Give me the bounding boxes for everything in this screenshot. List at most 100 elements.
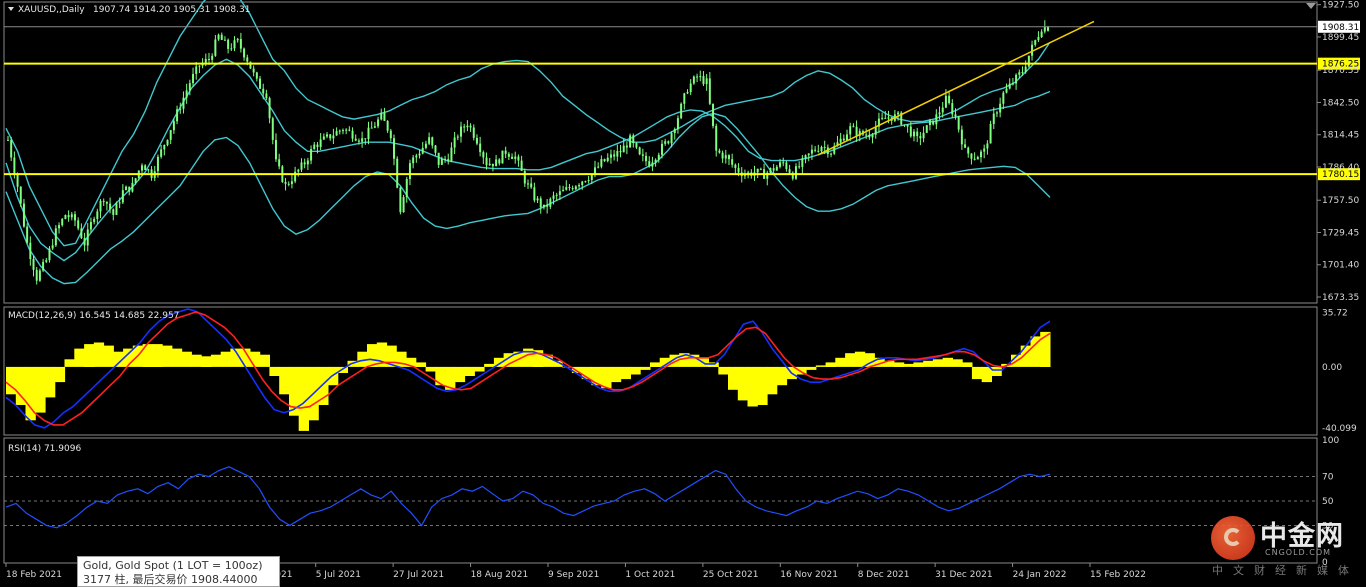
price-candle-body (172, 121, 175, 131)
price-candle-body (399, 187, 402, 213)
price-candle-body (737, 167, 740, 173)
macd-histogram-bar (45, 366, 56, 398)
price-candle-body (846, 134, 849, 141)
price-candle-body (533, 187, 536, 201)
price-tick-label: 1729.45 (1322, 228, 1359, 238)
price-candle-body (236, 39, 239, 41)
price-candle-body (629, 135, 632, 148)
price-candle-body (635, 142, 638, 148)
price-candle-body (555, 194, 558, 196)
price-candle-body (498, 159, 501, 164)
macd-histogram-bar (103, 345, 114, 367)
price-candle-body (957, 116, 960, 130)
macd-histogram-bar (806, 366, 817, 370)
macd-histogram-bar (152, 344, 163, 367)
price-candle-body (625, 145, 628, 148)
price-candle-body (294, 171, 297, 182)
price-candle-body (938, 112, 941, 115)
price-candle-body (804, 155, 807, 159)
price-candle-body (217, 34, 220, 40)
macd-histogram-bar (903, 363, 914, 367)
rsi-panel[interactable]: 1007050300 RSI(14) 71.9096 (3, 436, 1339, 568)
price-candle-body (903, 124, 906, 126)
price-candle-body (676, 118, 679, 130)
price-candle-body (140, 165, 143, 171)
price-candle-body (380, 112, 383, 120)
price-candle-body (246, 57, 249, 62)
price-candle-body (689, 83, 692, 93)
price-candle-body (121, 190, 124, 203)
price-panel[interactable]: 1876.251780.151908.31 1927.501899.451870… (3, 0, 1360, 304)
price-candle-body (402, 197, 405, 213)
macd-histogram-bar (279, 366, 290, 395)
price-candle-body (211, 55, 214, 60)
price-candle-body (306, 160, 309, 165)
price-candle-body (1005, 88, 1008, 93)
price-candle-body (568, 187, 571, 189)
price-candle-body (578, 185, 581, 187)
price-candle-body (32, 258, 35, 270)
price-candle-body (935, 114, 938, 125)
price-candle-body (460, 126, 463, 137)
macd-histogram-bar (474, 366, 485, 372)
price-candle-body (220, 34, 223, 40)
macd-histogram-bar (220, 351, 231, 367)
macd-histogram-bar (942, 357, 953, 367)
price-candle-body (134, 178, 137, 183)
time-tick-label: 31 Dec 2021 (935, 570, 993, 580)
price-candle-body (16, 174, 19, 187)
price-candle-body (881, 117, 884, 119)
price-candle-body (648, 161, 651, 167)
price-tick-label: 1757.50 (1322, 196, 1359, 206)
price-candle-body (185, 90, 188, 98)
price-candle-body (412, 157, 415, 164)
macd-histogram-bar (35, 366, 46, 413)
price-candle-body (932, 120, 935, 125)
price-candle-body (77, 220, 80, 229)
price-candle-body (960, 129, 963, 145)
price-candle-body (922, 132, 925, 139)
macd-histogram-bar (718, 366, 729, 375)
price-candle-body (156, 156, 159, 172)
macd-histogram-bar (650, 362, 661, 367)
price-candle-body (262, 88, 265, 94)
price-candle-body (638, 147, 641, 155)
macd-panel[interactable]: 35.72 0.00 -40.099 MACD(12,26,9) 16.545 14… (3, 306, 1357, 436)
price-candle-body (651, 162, 654, 167)
price-candle-body (450, 147, 453, 162)
rsi-panel-frame (3, 437, 1318, 564)
price-candle-body (223, 39, 226, 41)
price-candle-body (67, 215, 70, 218)
macd-histogram-bar (640, 366, 651, 370)
price-candle-body (759, 168, 762, 170)
price-candle-body (73, 214, 76, 221)
price-candle-body (928, 120, 931, 126)
time-tick-label: 1 Oct 2021 (625, 570, 675, 580)
price-candle-body (727, 155, 730, 160)
time-tick-label: 18 Aug 2021 (471, 570, 529, 580)
price-candle-body (814, 149, 817, 151)
time-tick-label: 16 Nov 2021 (780, 570, 838, 580)
price-candle-body (437, 152, 440, 165)
price-candle-body (718, 150, 721, 153)
price-candle-body (364, 138, 367, 140)
price-candle-body (128, 186, 131, 192)
price-candle-body (357, 140, 360, 142)
price-candle-body (686, 92, 689, 94)
price-candle-body (530, 183, 533, 188)
price-candle-body (734, 164, 737, 168)
macd-histogram-bar (747, 366, 758, 407)
price-candle-body (916, 131, 919, 137)
macd-histogram-bar (181, 351, 192, 367)
price-candle-body (906, 124, 909, 127)
price-candle-body (102, 200, 105, 202)
price-candle-body (118, 202, 121, 204)
price-candle-body (842, 138, 845, 141)
price-candle-body (660, 143, 663, 155)
price-candle-body (794, 166, 797, 179)
price-candle-body (511, 156, 514, 159)
price-candle-body (35, 269, 38, 281)
price-candle-body (434, 145, 437, 153)
price-candle-body (233, 40, 236, 49)
price-candle-body (290, 181, 293, 185)
